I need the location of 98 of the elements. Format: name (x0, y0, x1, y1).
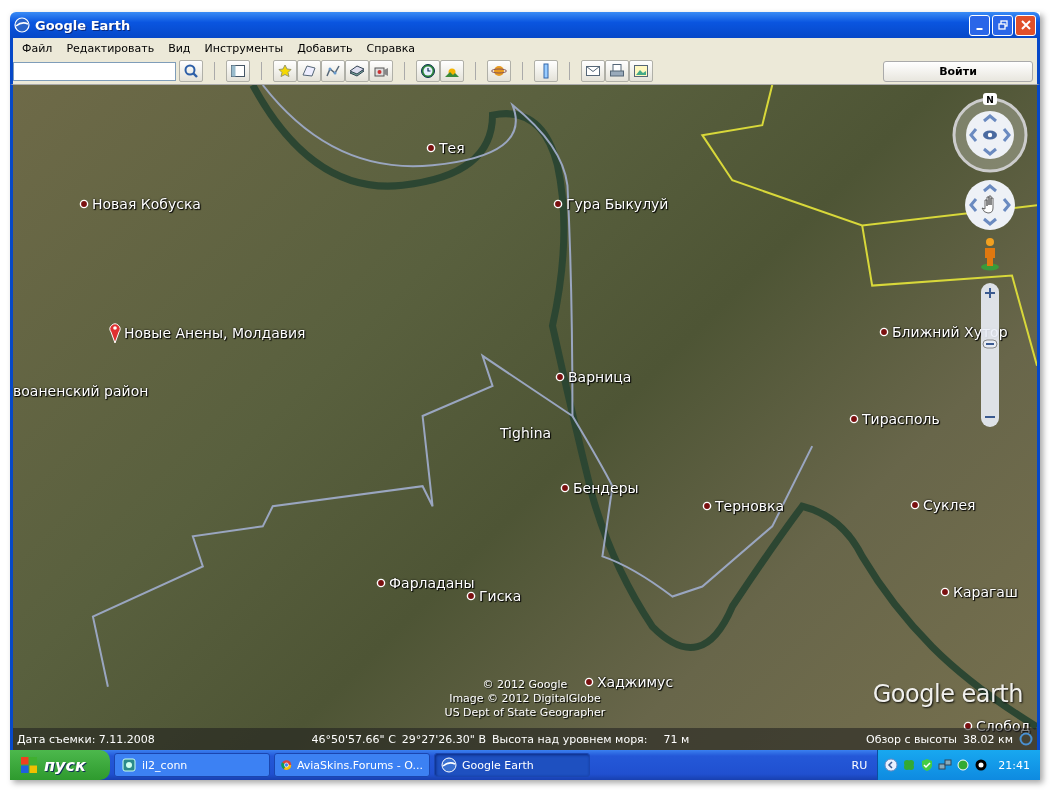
place-label[interactable]: Хаджимус (597, 674, 674, 690)
place-label[interactable]: Тирасполь (862, 411, 940, 427)
place-dot-icon (910, 500, 920, 510)
place-label[interactable]: Терновка (715, 498, 785, 514)
place-label[interactable]: Фарладаны (389, 575, 475, 591)
path-icon (325, 63, 341, 79)
app-icon (121, 757, 137, 773)
place-dot-icon (963, 721, 973, 731)
network-icon[interactable] (938, 758, 953, 772)
sunlight-button[interactable] (440, 60, 464, 82)
close-icon (1020, 20, 1031, 30)
place-label[interactable]: Tighina (500, 425, 552, 441)
polygon-icon (301, 63, 317, 79)
image-button[interactable] (629, 60, 653, 82)
overlay-button[interactable] (345, 60, 369, 82)
envelope-icon (585, 63, 601, 79)
search-icon (183, 63, 199, 79)
place-dot-icon (553, 199, 563, 209)
loading-ring-icon (1019, 732, 1033, 746)
minimize-button[interactable] (969, 14, 990, 36)
search-field[interactable] (13, 61, 176, 81)
person-icon[interactable] (980, 237, 1000, 271)
picture-icon (633, 63, 649, 79)
slider-thumb[interactable] (982, 338, 998, 349)
place-label[interactable]: Тея (439, 140, 465, 156)
place-dot-icon (426, 143, 436, 153)
browser-icon (281, 757, 292, 773)
place-dot-icon (879, 327, 889, 337)
menu-item[interactable]: Редактировать (59, 41, 162, 55)
sidebar-icon (230, 63, 246, 79)
history-button[interactable] (416, 60, 440, 82)
globe-icon (441, 757, 457, 773)
language-indicator[interactable]: RU (851, 758, 868, 772)
sidebar-button[interactable] (226, 60, 250, 82)
layers-icon (349, 63, 365, 79)
place-label[interactable]: Новая Кобуска (92, 196, 201, 212)
imagery-credit: © 2012 Google (482, 678, 568, 692)
menu-item[interactable]: Инструменты (197, 41, 291, 55)
tour-button[interactable] (369, 60, 393, 82)
imagery-credit: Image © 2012 DigitalGlobe (449, 692, 601, 706)
zoom-in-icon[interactable] (982, 285, 998, 301)
clock-icon (420, 63, 436, 79)
place-dot-icon (584, 677, 594, 687)
place-label[interactable]: Слобод (976, 718, 1031, 734)
restore-icon (997, 20, 1008, 30)
menu-item[interactable]: Вид (161, 41, 198, 55)
star-icon (277, 63, 293, 79)
restore-button[interactable] (992, 14, 1013, 36)
email-button[interactable] (581, 60, 605, 82)
status-dot-icon[interactable] (956, 758, 971, 772)
chevron-left-icon[interactable] (884, 758, 899, 772)
pan-control-icon[interactable] (964, 179, 1016, 231)
ruler-button[interactable] (534, 60, 558, 82)
place-label[interactable]: Суклея (923, 497, 976, 513)
clock: 21:41 (998, 758, 1030, 772)
app-logo: Google earth (872, 680, 1023, 708)
longitude-readout: 29°27'26.30" В (401, 732, 486, 746)
menu-item[interactable]: Справка (359, 41, 423, 55)
menu-item[interactable]: Файл (15, 41, 60, 55)
path-button[interactable] (321, 60, 345, 82)
place-label[interactable]: Гиска (479, 588, 522, 604)
elevation-readout: 71 м (663, 732, 690, 746)
place-dot-icon (849, 414, 859, 424)
eye-altitude-label: Обзор с высоты (865, 732, 958, 746)
taskbar-button[interactable]: Google Earth (434, 753, 590, 777)
imagery-date: Дата съемки: 7.11.2008 (17, 732, 155, 746)
place-dot-icon (702, 501, 712, 511)
print-button[interactable] (605, 60, 629, 82)
eye-altitude-readout: 38.02 км (963, 732, 1013, 746)
window-title: Google Earth (35, 17, 131, 33)
search-button[interactable] (179, 60, 203, 82)
polygon-button[interactable] (297, 60, 321, 82)
globe-icon (14, 17, 30, 33)
place-label[interactable]: Новые Анены, Молдавия (124, 325, 306, 341)
taskbar-button[interactable]: AviaSkins.Forums - O... (274, 753, 430, 777)
close-button[interactable] (1015, 14, 1036, 36)
login-button[interactable]: Войти (883, 60, 1033, 82)
place-dot-icon (555, 372, 565, 382)
eye-icon[interactable] (974, 758, 989, 772)
place-dot-icon (376, 578, 386, 588)
planet-icon (491, 63, 507, 79)
planet-button[interactable] (487, 60, 511, 82)
place-label[interactable]: Карагаш (953, 584, 1018, 600)
shield-check-icon[interactable] (920, 758, 935, 772)
place-dot-icon (940, 587, 950, 597)
elevation-label: Высота над уровнем моря: (491, 732, 648, 746)
menu-item[interactable]: Добавить (290, 41, 360, 55)
place-dot-icon (466, 591, 476, 601)
place-dot-icon (560, 483, 570, 493)
minimize-icon (976, 27, 983, 30)
taskbar-button[interactable]: il2_conn (114, 753, 270, 777)
windows-logo-icon (20, 756, 38, 774)
map-pin-icon (109, 322, 121, 344)
place-dot-icon (79, 199, 89, 209)
printer-icon (609, 63, 625, 79)
imagery-credit: US Dept of State Geographer (444, 706, 606, 720)
latitude-readout: 46°50'57.66" С (311, 732, 396, 746)
place-label[interactable]: воаненский район (13, 383, 149, 399)
